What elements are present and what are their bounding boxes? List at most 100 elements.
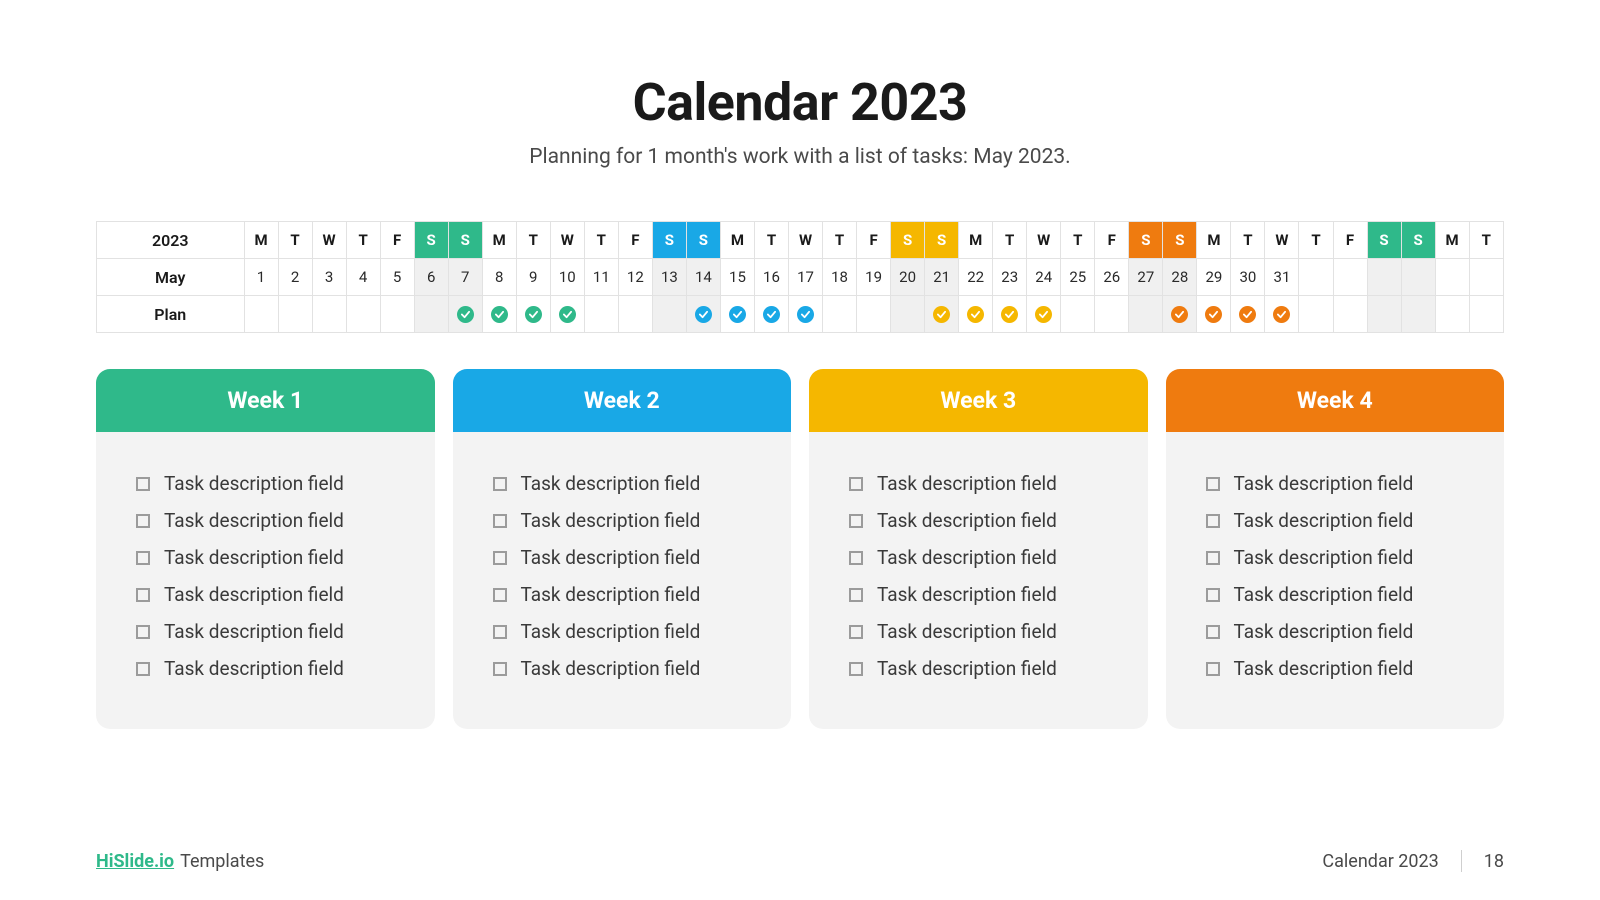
date-cell [1367,259,1401,296]
page-subtitle: Planning for 1 month's work with a list … [96,145,1504,169]
plan-check-icon [695,306,712,323]
date-cell: 5 [380,259,414,296]
day-of-week-header: S [448,222,482,259]
task-item: Task description field [1206,657,1465,680]
task-item: Task description field [136,583,395,606]
plan-cell [1231,296,1265,333]
date-cell [1435,259,1469,296]
day-of-week-header: S [925,222,959,259]
day-of-week-header: S [686,222,720,259]
plan-cell [1027,296,1061,333]
footer-right-text: Calendar 2023 [1322,851,1438,872]
week-body: Task description field Task description f… [1166,432,1505,718]
date-cell: 1 [244,259,278,296]
task-label: Task description field [1234,546,1414,569]
task-label: Task description field [164,546,344,569]
checkbox-icon[interactable] [1206,662,1220,676]
plan-cell [1061,296,1095,333]
plan-cell [1299,296,1333,333]
week-card: Week 4Task description fieldTask descrip… [1166,369,1505,729]
date-cell: 30 [1231,259,1265,296]
plan-cell [993,296,1027,333]
checkbox-icon[interactable] [849,514,863,528]
checkbox-icon[interactable] [1206,477,1220,491]
checkbox-icon[interactable] [1206,625,1220,639]
plan-cell [1469,296,1503,333]
footer-brand-link[interactable]: HiSlide.io [96,851,174,872]
date-cell: 4 [346,259,380,296]
checkbox-icon[interactable] [136,514,150,528]
task-item: Task description field [136,472,395,495]
day-of-week-header: S [891,222,925,259]
task-label: Task description field [521,472,701,495]
plan-cell [1265,296,1299,333]
date-cell: 29 [1197,259,1231,296]
checkbox-icon[interactable] [849,477,863,491]
task-item: Task description field [493,472,752,495]
date-cell: 7 [448,259,482,296]
date-cell [1469,259,1503,296]
day-of-week-header: W [312,222,346,259]
checkbox-icon[interactable] [493,477,507,491]
checkbox-icon[interactable] [849,662,863,676]
plan-check-icon [1001,306,1018,323]
checkbox-icon[interactable] [136,625,150,639]
task-label: Task description field [1234,657,1414,680]
week-body: Task description field Task description f… [96,432,435,718]
task-label: Task description field [877,472,1057,495]
task-label: Task description field [877,620,1057,643]
week-header: Week 2 [453,369,792,432]
checkbox-icon[interactable] [493,551,507,565]
calendar-grid: 2023 MTWTFSSMTWTFSSMTWTFSSMTWTFSSMTWTFSS… [96,221,1504,333]
plan-cell [312,296,346,333]
checkbox-icon[interactable] [849,625,863,639]
plan-label: Plan [97,296,245,333]
checkbox-icon[interactable] [136,477,150,491]
plan-check-icon [1171,306,1188,323]
task-label: Task description field [521,657,701,680]
page-title: Calendar 2023 [96,72,1504,133]
date-cell: 11 [584,259,618,296]
plan-cell [754,296,788,333]
plan-check-icon [457,306,474,323]
task-item: Task description field [1206,472,1465,495]
day-of-week-header: T [993,222,1027,259]
task-item: Task description field [849,583,1108,606]
date-cell: 10 [550,259,584,296]
checkbox-icon[interactable] [1206,514,1220,528]
day-of-week-header: M [482,222,516,259]
date-cell: 13 [652,259,686,296]
year-label: 2023 [97,222,245,259]
date-cell: 3 [312,259,346,296]
day-of-week-header: T [1469,222,1503,259]
day-of-week-header: T [278,222,312,259]
day-of-week-header: T [823,222,857,259]
checkbox-icon[interactable] [493,625,507,639]
task-item: Task description field [136,546,395,569]
day-of-week-header: S [414,222,448,259]
task-item: Task description field [849,546,1108,569]
checkbox-icon[interactable] [849,588,863,602]
day-of-week-header: T [1299,222,1333,259]
checkbox-icon[interactable] [849,551,863,565]
checkbox-icon[interactable] [493,588,507,602]
date-cell: 19 [857,259,891,296]
month-label: May [97,259,245,296]
plan-check-icon [729,306,746,323]
checkbox-icon[interactable] [136,662,150,676]
checkbox-icon[interactable] [493,514,507,528]
date-cell: 14 [686,259,720,296]
footer: HiSlide.io Templates Calendar 2023 18 [96,850,1504,872]
task-item: Task description field [849,509,1108,532]
checkbox-icon[interactable] [1206,551,1220,565]
task-item: Task description field [1206,546,1465,569]
checkbox-icon[interactable] [1206,588,1220,602]
plan-cell [448,296,482,333]
date-cell: 9 [516,259,550,296]
checkbox-icon[interactable] [136,588,150,602]
plan-cell [550,296,584,333]
checkbox-icon[interactable] [493,662,507,676]
task-label: Task description field [521,546,701,569]
plan-cell [891,296,925,333]
checkbox-icon[interactable] [136,551,150,565]
